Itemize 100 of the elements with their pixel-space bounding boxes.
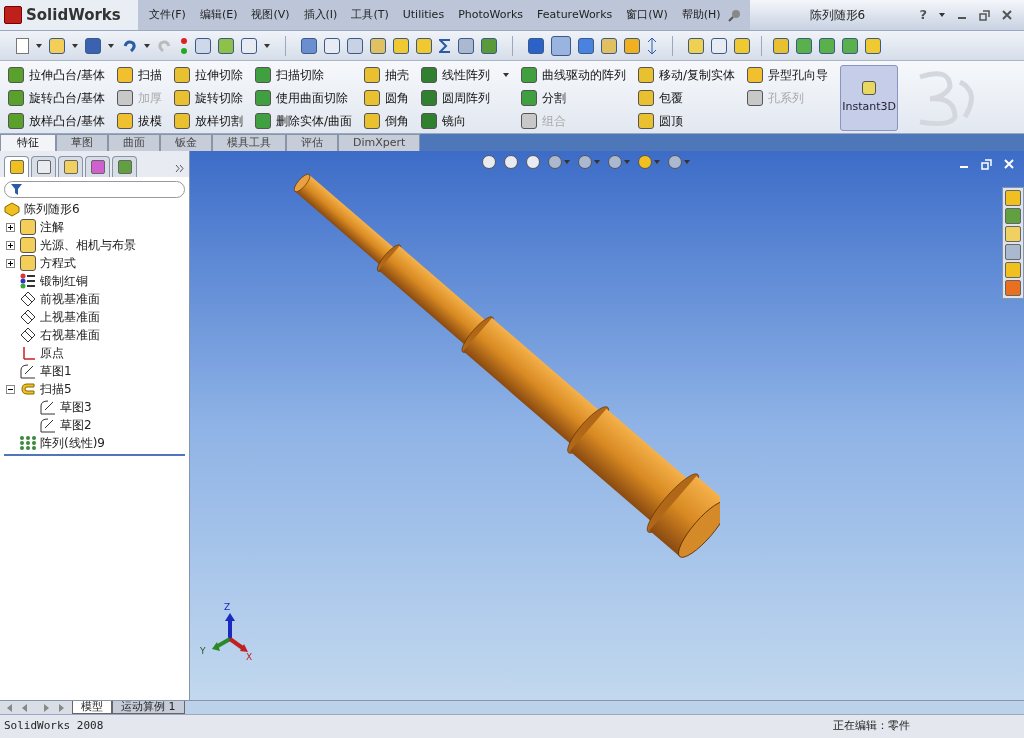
ribbon-command[interactable]: 使用曲面切除 [276, 89, 349, 107]
ribbon-command[interactable]: 拉伸凸台/基体 [29, 65, 106, 84]
ribbon-command[interactable]: 拔模 [138, 112, 163, 131]
menu-item[interactable]: 文件(F) [142, 6, 193, 24]
restore-icon[interactable] [979, 9, 990, 21]
task-pane-icon[interactable] [1005, 226, 1021, 242]
instant3d-button[interactable]: Instant3D [840, 65, 899, 131]
ribbon-command[interactable]: 旋转凸台/基体 [29, 89, 106, 107]
tree-item[interactable]: 原点 [40, 344, 64, 362]
ribbon-command[interactable]: 删除实体/曲面 [276, 112, 353, 131]
tree-item[interactable]: 方程式 [40, 254, 76, 272]
task-pane-icon[interactable] [1005, 244, 1021, 260]
ribbon-command[interactable]: 旋转切除 [195, 89, 244, 107]
ribbon-command[interactable]: 圆周阵列 [442, 89, 491, 107]
new-document-icon[interactable] [16, 37, 29, 54]
menu-item[interactable]: FeatureWorks [530, 6, 620, 24]
feature-icon [364, 66, 381, 83]
panel-tab[interactable] [31, 156, 56, 177]
tree-item[interactable]: 注解 [40, 218, 64, 236]
tree-item[interactable]: 草图1 [40, 362, 72, 380]
command-tab[interactable]: 草图 [56, 134, 108, 151]
collapse-icon[interactable] [5, 384, 15, 394]
menu-item[interactable]: 插入(I) [296, 6, 345, 24]
ribbon-command[interactable]: 倒角 [385, 112, 410, 131]
tree-item[interactable]: 草图3 [60, 398, 92, 416]
view-tool-icon[interactable] [608, 155, 622, 169]
sigma-icon[interactable] [439, 37, 451, 54]
expand-icon[interactable] [5, 240, 15, 250]
ribbon-command[interactable]: 放样切割 [195, 112, 244, 131]
ribbon-command[interactable]: 分割 [542, 89, 567, 107]
panel-tab[interactable] [85, 156, 110, 177]
command-tab[interactable]: DimXpert [338, 134, 421, 151]
status-text: 正在编辑：零件 [833, 718, 910, 735]
ribbon-command[interactable]: 抽壳 [385, 65, 410, 84]
menu-item[interactable]: Utilities [395, 6, 452, 24]
tree-root[interactable]: 陈列随形6 [24, 200, 80, 218]
tree-item[interactable]: 锻制红铜 [40, 272, 88, 290]
panel-tab[interactable] [4, 156, 29, 177]
view-tool-icon[interactable] [504, 155, 518, 169]
view-tool-icon[interactable] [668, 155, 682, 169]
menu-item[interactable]: PhotoWorks [451, 6, 531, 24]
ribbon-command[interactable]: 曲线驱动的阵列 [542, 65, 627, 84]
menu-item[interactable]: 编辑(E) [192, 6, 245, 24]
ribbon-command[interactable]: 拉伸切除 [195, 65, 244, 84]
tree-item[interactable]: 右视基准面 [40, 326, 100, 344]
model-tab[interactable]: 模型 [72, 701, 112, 714]
command-tab[interactable]: 曲面 [108, 134, 160, 151]
ribbon-command[interactable]: 包覆 [659, 89, 684, 107]
expand-icon[interactable] [5, 222, 15, 232]
caret-icon[interactable] [264, 43, 270, 48]
view-tool-icon[interactable] [482, 155, 496, 169]
view-tool-icon[interactable] [638, 155, 652, 169]
ribbon-command[interactable]: 扫描 [138, 65, 163, 84]
help-button[interactable]: ? [919, 5, 927, 25]
ribbon-command[interactable]: 圆顶 [659, 112, 684, 131]
panel-tab[interactable] [112, 156, 137, 177]
tree-item[interactable]: 草图2 [60, 416, 92, 434]
caret-icon[interactable] [503, 72, 510, 77]
tree-item[interactable]: 阵列(线性)9 [40, 434, 105, 452]
ribbon-command[interactable]: 镜向 [442, 112, 467, 131]
save-icon[interactable] [85, 37, 101, 54]
caret-icon[interactable] [939, 13, 945, 17]
task-pane-icon[interactable] [1005, 262, 1021, 278]
caret-icon[interactable] [36, 43, 42, 48]
menu-item[interactable]: 工具(T) [344, 6, 396, 24]
panel-tab[interactable] [58, 156, 83, 177]
ribbon-command[interactable]: 放样凸台/基体 [29, 112, 106, 131]
model-tab[interactable]: 运动算例 1 [112, 701, 185, 714]
caret-icon[interactable] [108, 43, 114, 48]
command-tab[interactable]: 评估 [286, 134, 338, 151]
ribbon-command[interactable]: 异型孔向导 [768, 65, 829, 84]
view-tool-icon[interactable] [548, 155, 562, 169]
view-tool-icon[interactable] [526, 155, 540, 169]
command-tab[interactable]: 钣金 [160, 134, 212, 151]
traffic-light-icon[interactable] [180, 36, 188, 55]
menu-item[interactable]: 视图(V) [244, 6, 297, 24]
chevron-icon[interactable] [175, 164, 185, 173]
tree-item[interactable]: 前视基准面 [40, 290, 100, 308]
ribbon-command[interactable]: 移动/复制实体 [659, 65, 736, 84]
menu-item[interactable]: 窗口(W) [619, 6, 675, 24]
command-tab[interactable]: 特征 [0, 134, 56, 151]
menu-item[interactable]: 帮助(H) [674, 6, 728, 24]
command-tab[interactable]: 模具工具 [212, 134, 286, 151]
tree-item[interactable]: 上视基准面 [40, 308, 100, 326]
caret-icon[interactable] [144, 43, 150, 48]
ribbon-command[interactable]: 圆角 [385, 89, 410, 107]
tree-item[interactable]: 光源、相机与布景 [40, 236, 136, 254]
arrow-icon[interactable] [647, 37, 657, 54]
pin-icon[interactable] [727, 8, 742, 22]
caret-icon[interactable] [72, 43, 78, 48]
task-pane-icon[interactable] [1005, 190, 1021, 206]
expand-icon[interactable] [5, 258, 15, 268]
undo-icon[interactable] [121, 37, 137, 54]
folder-icon[interactable] [49, 37, 65, 54]
close-icon[interactable] [1002, 10, 1012, 20]
view-tool-icon[interactable] [578, 155, 592, 169]
ribbon-command[interactable]: 线性阵列 [442, 65, 491, 84]
tree-item[interactable]: 扫描5 [40, 380, 72, 398]
ribbon-command[interactable]: 扫描切除 [276, 65, 325, 84]
filter-field[interactable] [4, 181, 185, 198]
